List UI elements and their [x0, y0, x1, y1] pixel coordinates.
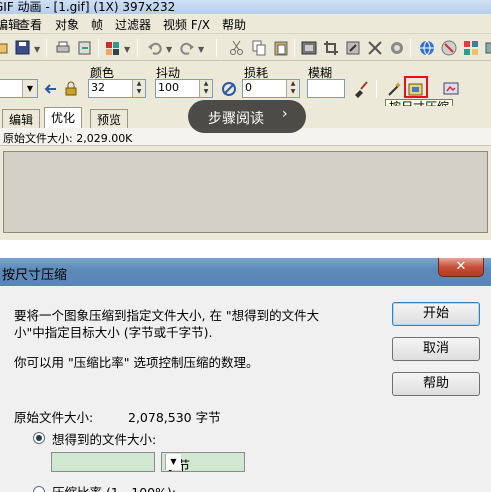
transform-icon[interactable] [366, 39, 384, 57]
close-button[interactable]: ✕ [438, 258, 484, 277]
toolbar-divider [98, 39, 99, 57]
help-button[interactable]: 帮助 [392, 372, 480, 396]
tab-optimize[interactable]: 优化 [44, 107, 83, 128]
tool-icon[interactable] [484, 39, 491, 57]
toolbar-divider [294, 39, 295, 57]
redo-icon[interactable] [178, 39, 196, 57]
step-reading-label: 步骤阅读 [208, 111, 264, 127]
instruction-line-2: 小"中指定目标大小 (字节或千字节). [14, 325, 213, 340]
color-palette-icon[interactable] [104, 39, 122, 57]
chevron-down-icon[interactable]: ▼ [34, 45, 40, 54]
toolbar-divider [137, 39, 138, 57]
title-bar: GIF 动画 - [1.gif] (1X) 397x232 [0, 0, 491, 14]
lossy-icon[interactable] [220, 80, 238, 98]
format-select[interactable]: ▼ [0, 79, 38, 98]
compression-ratio-radio[interactable] [33, 486, 45, 492]
stepper-arrows-icon[interactable]: ▲ ▼ [286, 80, 299, 97]
original-size-label: 原始文件大小: [14, 410, 94, 425]
loss-stepper[interactable]: 0 ▲ ▼ [242, 79, 300, 98]
dialog-title: 按尺寸压缩 [2, 268, 68, 283]
main-toolbar: ▼ ▼ ▼ ▼ [0, 35, 491, 61]
close-icon: ✕ [455, 259, 467, 274]
open-icon[interactable] [0, 39, 10, 57]
export-icon[interactable] [76, 39, 94, 57]
menu-object[interactable]: 对象 [55, 16, 79, 33]
chevron-right-icon: › [282, 106, 288, 122]
dither-value: 100 [158, 81, 179, 94]
canvas-area [0, 147, 491, 240]
menu-edit[interactable]: 编辑 [0, 16, 20, 33]
brush-icon[interactable] [352, 80, 370, 98]
original-size-value: 2,078,530 字节 [128, 410, 221, 425]
palette-grid-icon[interactable] [462, 39, 480, 57]
desired-size-label: 想得到的文件大小: [52, 432, 157, 447]
start-button[interactable]: 开始 [392, 302, 480, 326]
loss-value: 0 [245, 81, 252, 94]
resize-icon[interactable] [344, 39, 362, 57]
stepper-arrows-icon[interactable]: ▲ ▼ [199, 80, 212, 97]
menu-view[interactable]: 查看 [18, 16, 42, 33]
menu-filter[interactable]: 过滤器 [115, 16, 151, 33]
step-reading-button[interactable]: 步骤阅读 › [188, 100, 306, 133]
window-title: GIF 动画 - [1.gif] (1X) 397x232 [0, 0, 176, 14]
crop-icon[interactable] [322, 39, 340, 57]
menu-help[interactable]: 帮助 [222, 16, 246, 33]
web-preview-icon[interactable] [418, 39, 436, 57]
save-icon[interactable] [14, 39, 32, 57]
highlight-box [404, 76, 428, 98]
color-count-stepper[interactable]: 32 ▲ ▼ [88, 79, 146, 98]
chevron-down-icon: ▼ [165, 454, 181, 470]
copy-icon[interactable] [250, 39, 268, 57]
tab-edit[interactable]: 编辑 [2, 109, 41, 128]
effects-icon[interactable] [388, 39, 406, 57]
stepper-arrows-icon[interactable]: ▲ ▼ [132, 80, 145, 97]
ratio-hint: 你可以用 "压缩比率" 选项控制压缩的数理。 [14, 355, 259, 370]
compression-ratio-label: 压缩比率 (1 - 100%): [52, 482, 176, 492]
chevron-down-icon[interactable]: ▼ [166, 45, 172, 54]
compress-by-size-dialog: 按尺寸压缩 ✕ 要将一个图象压缩到指定文件大小, 在 "想得到的文件大 小"中指… [0, 258, 491, 492]
toolbar-divider [46, 39, 47, 57]
original-size-text: 原始文件大小: 2,029.00K [3, 132, 133, 145]
color-count-value: 32 [91, 81, 105, 94]
tab-preview[interactable]: 预览 [90, 109, 129, 128]
lock-icon[interactable] [62, 80, 80, 98]
frame-icon[interactable] [300, 39, 318, 57]
menu-frame[interactable]: 帧 [91, 16, 103, 33]
menu-bar: 编辑 查看 对象 帧 过滤器 视频 F/X 帮助 [0, 14, 491, 34]
chevron-down-icon[interactable]: ▼ [124, 45, 130, 54]
toolbar-divider [216, 39, 217, 57]
blur-field[interactable] [307, 79, 345, 98]
undo-icon[interactable] [146, 39, 164, 57]
toolbar-divider [410, 39, 411, 57]
paste-icon[interactable] [272, 39, 290, 57]
unit-select[interactable]: 字节 ▼ [161, 452, 245, 473]
desired-size-input[interactable] [51, 452, 155, 472]
preview-icon[interactable] [442, 80, 460, 98]
toolbar-divider [376, 80, 377, 98]
dither-stepper[interactable]: 100 ▲ ▼ [155, 79, 213, 98]
cut-icon[interactable] [228, 39, 246, 57]
wand-icon[interactable] [386, 80, 404, 98]
image-canvas[interactable] [3, 151, 488, 233]
chevron-down-icon: ▼ [22, 80, 37, 97]
menu-video-fx[interactable]: 视频 F/X [163, 16, 210, 33]
optimize-icon[interactable] [440, 39, 458, 57]
cancel-button[interactable]: 取消 [392, 337, 480, 361]
arrow-left-icon[interactable] [42, 80, 60, 98]
dialog-title-bar: 按尺寸压缩 ✕ [0, 258, 491, 286]
print-icon[interactable] [54, 39, 72, 57]
chevron-down-icon[interactable]: ▼ [198, 45, 204, 54]
desired-size-radio[interactable] [33, 432, 45, 444]
